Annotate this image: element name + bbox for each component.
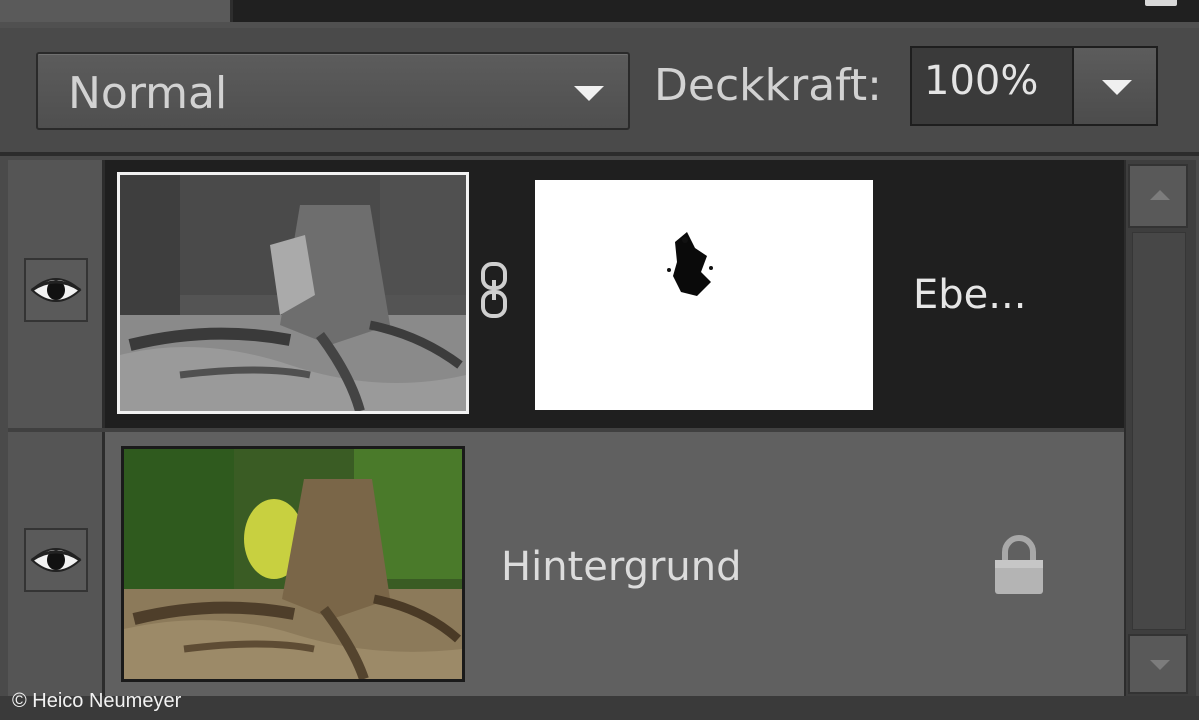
layer-body-selected[interactable]: Ebe... bbox=[105, 160, 1124, 428]
layers-list: Ebe... Hintergrund bbox=[8, 160, 1124, 696]
layer-mask-thumbnail[interactable] bbox=[535, 180, 873, 410]
divider bbox=[0, 152, 1199, 156]
panel-tab-bar bbox=[233, 0, 1199, 22]
blend-mode-select[interactable]: Normal bbox=[36, 52, 630, 130]
visibility-column bbox=[8, 432, 105, 696]
opacity-label: Deckkraft: bbox=[654, 60, 882, 111]
chevron-down-icon bbox=[574, 86, 604, 101]
visibility-toggle[interactable] bbox=[24, 258, 88, 322]
layer-thumbnail[interactable] bbox=[117, 172, 469, 414]
scroll-track[interactable] bbox=[1132, 232, 1186, 630]
layer-row[interactable]: Hintergrund bbox=[8, 432, 1124, 696]
layer-name[interactable]: Ebe... bbox=[913, 272, 1026, 318]
eye-icon bbox=[30, 548, 82, 572]
visibility-column bbox=[8, 160, 105, 428]
panel-top-bar bbox=[0, 0, 1199, 28]
opacity-dropdown-button[interactable] bbox=[1072, 46, 1158, 126]
panel-menu-button[interactable] bbox=[1145, 0, 1177, 6]
scroll-up-button[interactable] bbox=[1128, 164, 1188, 228]
copyright-notice: © Heico Neumeyer bbox=[12, 690, 182, 712]
layer-row[interactable]: Ebe... bbox=[8, 160, 1124, 428]
arrow-down-icon bbox=[1150, 660, 1170, 670]
layers-scrollbar[interactable] bbox=[1124, 160, 1196, 700]
chevron-down-icon bbox=[1102, 80, 1132, 95]
lock-icon bbox=[995, 535, 1043, 594]
visibility-toggle[interactable] bbox=[24, 528, 88, 592]
opacity-input[interactable]: 100% bbox=[910, 46, 1072, 126]
scroll-down-button[interactable] bbox=[1128, 634, 1188, 694]
panel-tab[interactable] bbox=[0, 0, 233, 22]
layer-name[interactable]: Hintergrund bbox=[501, 544, 742, 590]
arrow-up-icon bbox=[1150, 190, 1170, 200]
blend-mode-value: Normal bbox=[68, 68, 228, 119]
eye-icon bbox=[30, 278, 82, 302]
chain-link-icon[interactable] bbox=[477, 260, 511, 320]
layer-body[interactable]: Hintergrund bbox=[105, 432, 1124, 696]
layer-thumbnail[interactable] bbox=[121, 446, 465, 682]
